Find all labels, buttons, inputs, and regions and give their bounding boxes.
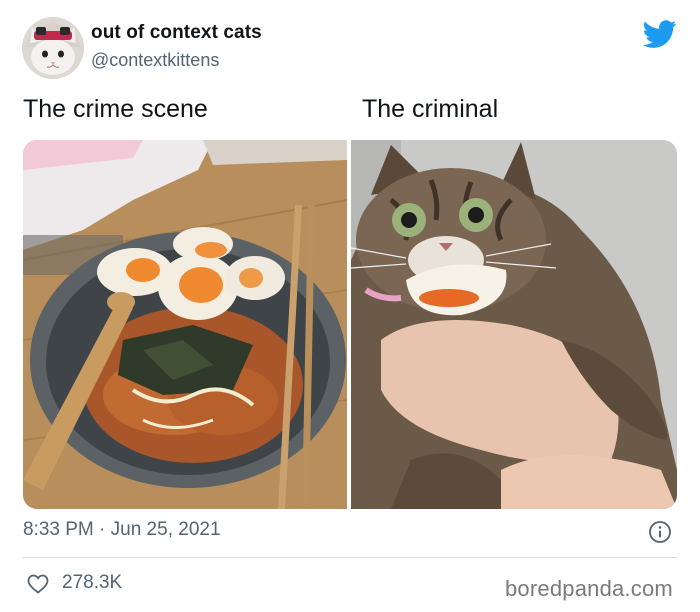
avatar[interactable]: [22, 17, 84, 79]
info-icon[interactable]: [648, 520, 672, 544]
photo-rice-bowl[interactable]: [23, 140, 347, 509]
user-handle[interactable]: @contextkittens: [91, 50, 219, 71]
heart-icon[interactable]: [26, 572, 50, 596]
divider: [23, 557, 677, 558]
twitter-bird-icon[interactable]: [642, 17, 677, 51]
like-count[interactable]: 278.3K: [62, 572, 122, 594]
photo-cat-with-egg[interactable]: [351, 140, 677, 509]
watermark: boredpanda.com: [505, 576, 673, 601]
tweet-timestamp[interactable]: 8:33 PM · Jun 25, 2021: [23, 519, 221, 541]
caption-criminal: The criminal: [362, 95, 499, 123]
display-name[interactable]: out of context cats: [91, 22, 262, 44]
tweet-card: out of context cats @contextkittens The …: [0, 0, 700, 612]
caption-crime-scene: The crime scene: [23, 95, 208, 123]
